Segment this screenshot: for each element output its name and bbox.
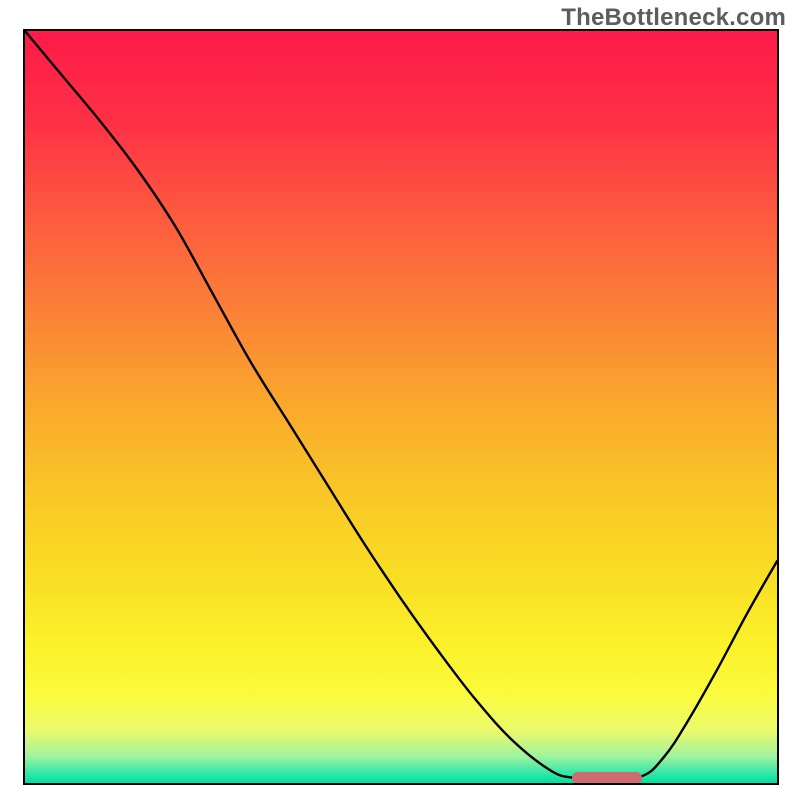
baseline-marker	[572, 772, 643, 784]
curve-line	[25, 31, 777, 783]
watermark-text: TheBottleneck.com	[561, 4, 786, 32]
plot-frame	[23, 29, 779, 785]
